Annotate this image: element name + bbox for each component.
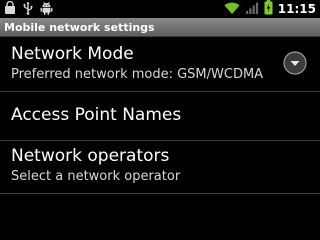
signal-icon	[245, 0, 259, 19]
divider	[0, 193, 320, 194]
status-bar[interactable]: 11:15	[0, 0, 320, 18]
pref-summary: Preferred network mode: GSM/WCDMA	[11, 67, 264, 82]
pref-title: Network Mode	[11, 44, 134, 64]
pref-title: Network operators	[11, 146, 170, 166]
pref-network-mode[interactable]: Network Mode Preferred network mode: GSM…	[0, 38, 320, 91]
pref-network-operators[interactable]: Network operators Select a network opera…	[0, 141, 320, 193]
notification-icons	[4, 0, 53, 19]
battery-charging-icon	[264, 0, 273, 19]
shopping-bag-icon	[4, 0, 16, 19]
android-debug-icon	[40, 0, 53, 19]
wifi-icon	[224, 0, 240, 19]
pref-title: Access Point Names	[11, 105, 182, 125]
screen-title: Mobile network settings	[4, 21, 155, 34]
status-clock: 11:15	[277, 2, 316, 16]
usb-icon	[22, 0, 34, 19]
pref-access-point-names[interactable]: Access Point Names	[0, 92, 320, 140]
pref-summary: Select a network operator	[11, 169, 181, 184]
system-icons: 11:15	[224, 0, 316, 18]
chevron-down-icon[interactable]	[283, 51, 307, 75]
title-bar: Mobile network settings	[0, 18, 320, 37]
